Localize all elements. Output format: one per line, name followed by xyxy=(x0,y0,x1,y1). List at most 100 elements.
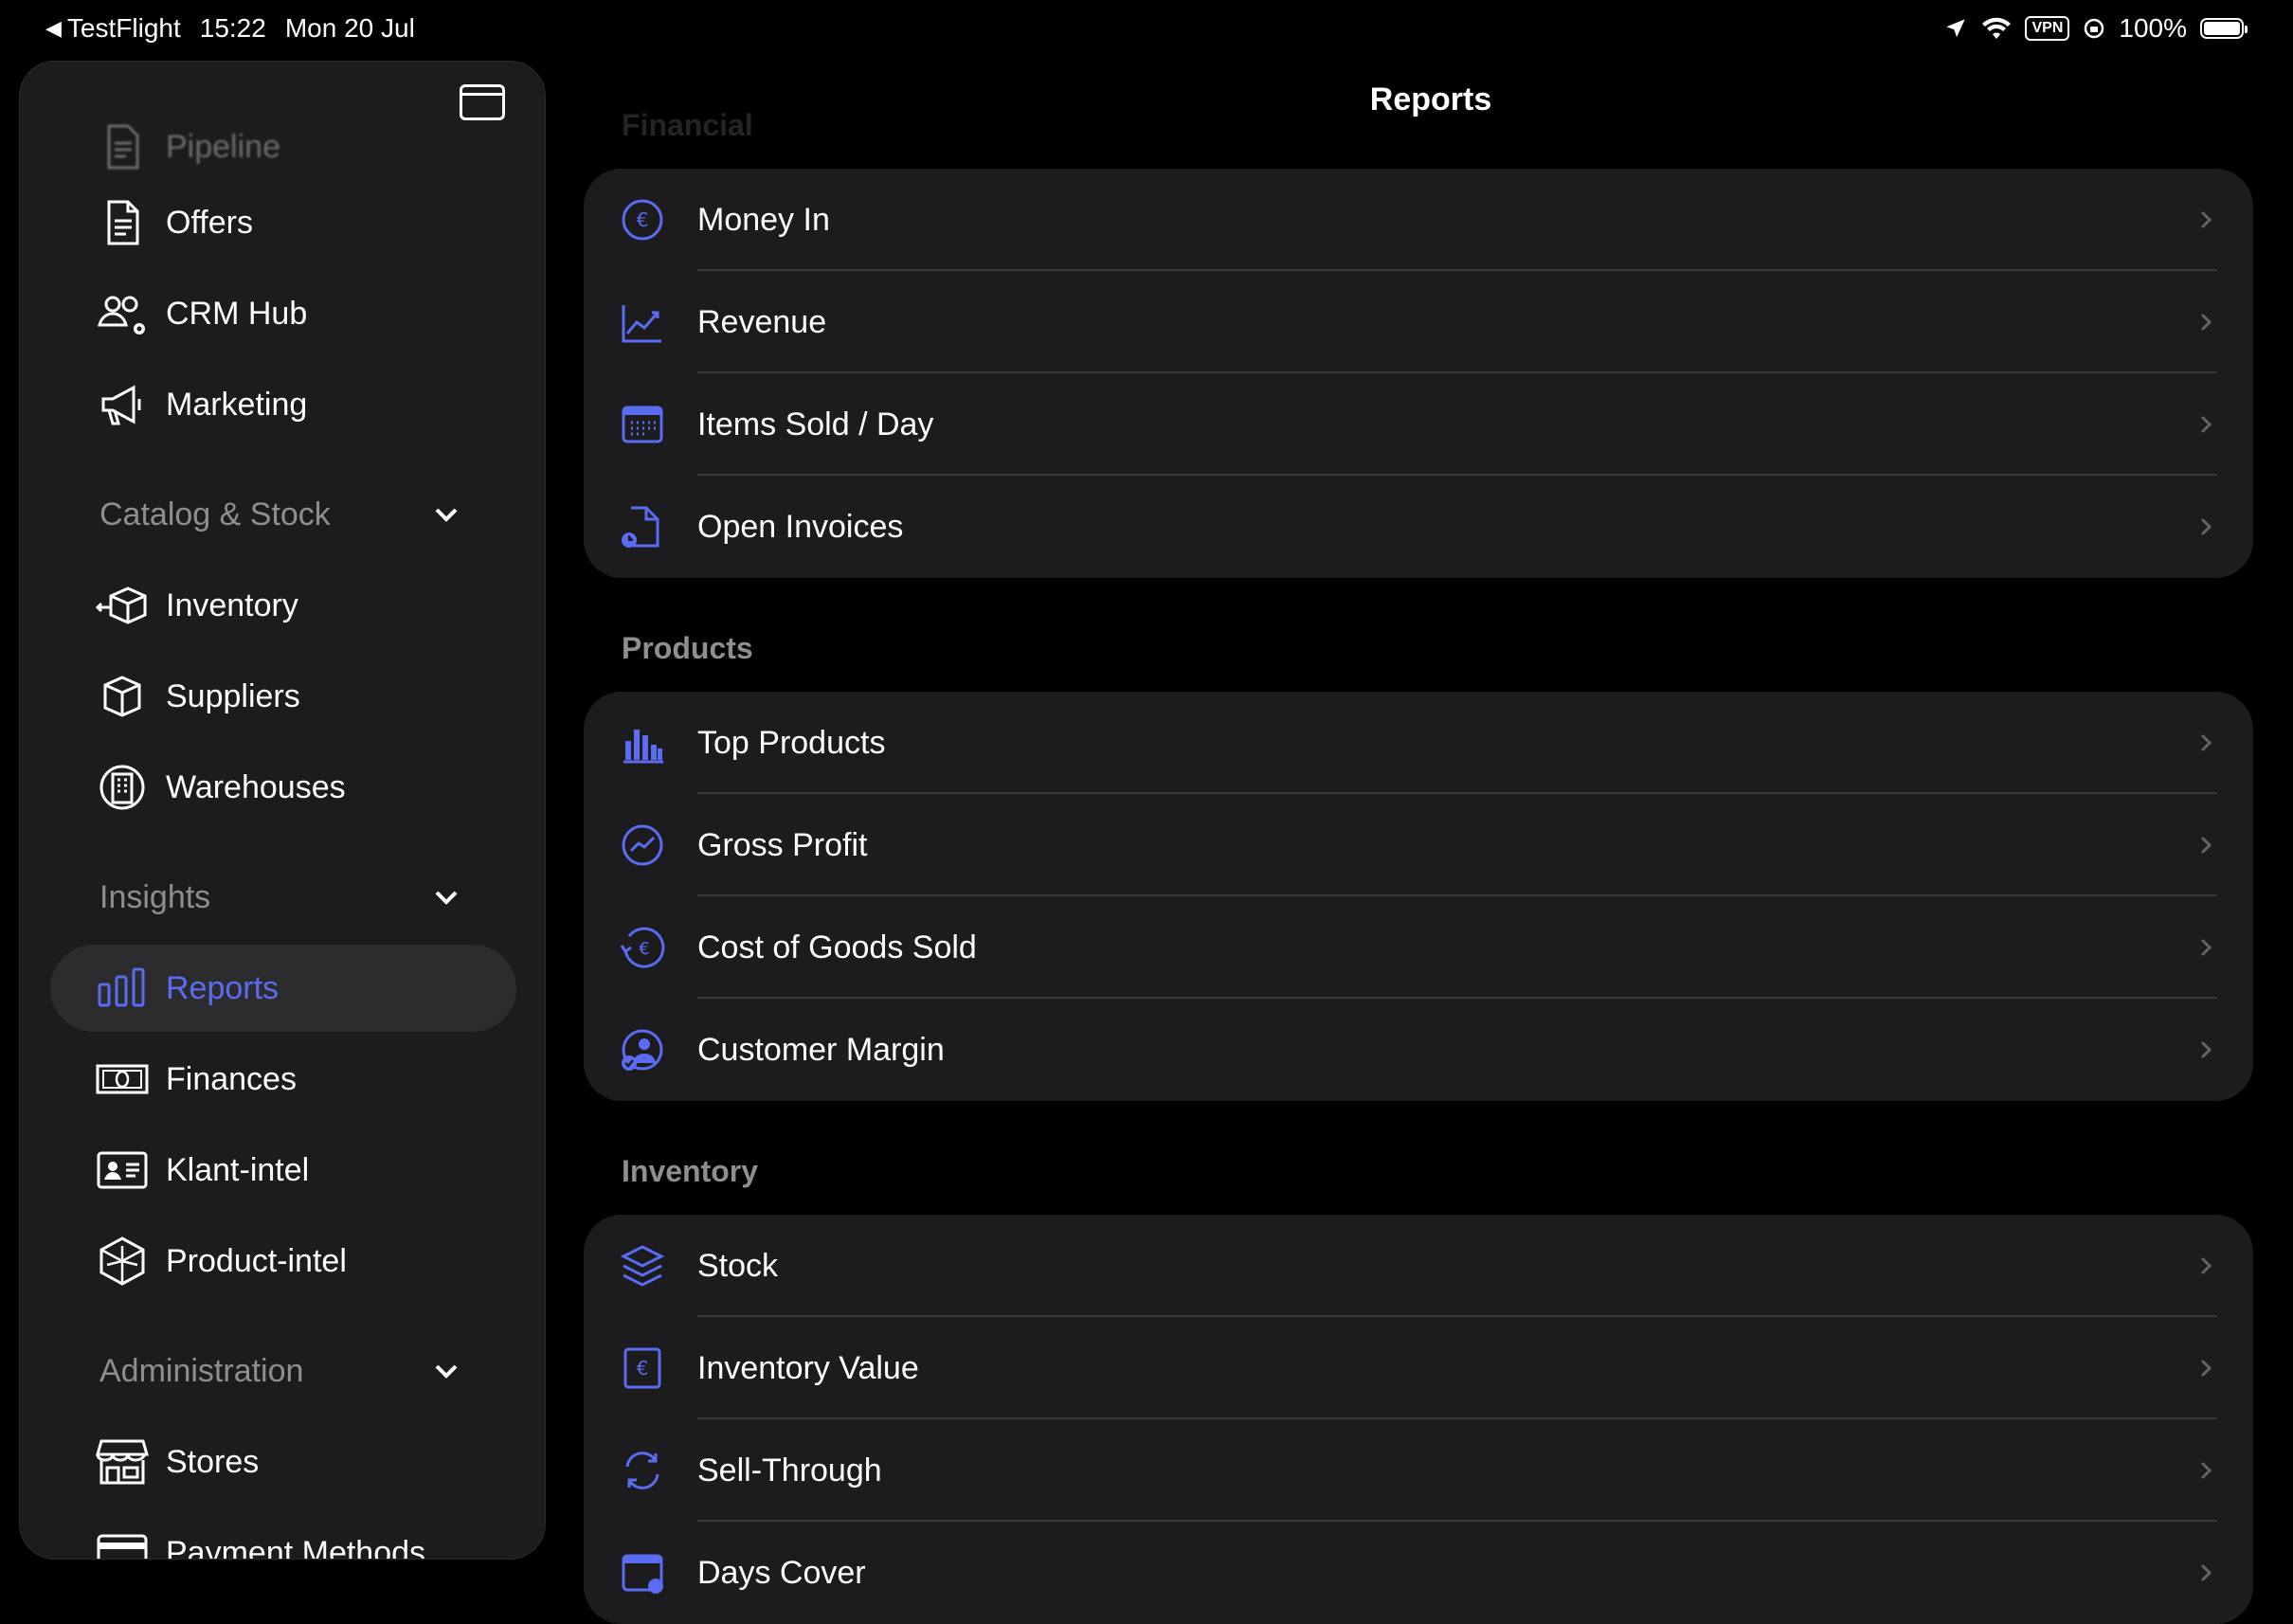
sidebar-item-label: CRM Hub xyxy=(166,295,308,332)
report-row-label: Money In xyxy=(697,201,830,238)
report-row-sell-through[interactable]: Sell-Through xyxy=(584,1419,2253,1522)
sidebar-item-product-intel[interactable]: Product-intel xyxy=(50,1218,516,1305)
section-title: Administration xyxy=(99,1352,304,1389)
report-row-label: Stock xyxy=(697,1247,779,1284)
section-administration[interactable]: Administration xyxy=(99,1343,516,1399)
sidebar-item-finances[interactable]: Finances xyxy=(50,1036,516,1123)
report-row-label: Cost of Goods Sold xyxy=(697,929,977,965)
chevron-right-icon xyxy=(2200,210,2212,229)
layers-icon xyxy=(620,1243,665,1289)
report-row-label: Sell-Through xyxy=(697,1452,882,1489)
section-header-products: Products xyxy=(622,631,753,665)
sidebar: Pipeline Offers CRM Hub Marketing Catalo… xyxy=(19,61,546,1560)
chevron-right-icon xyxy=(2200,1040,2212,1059)
euro-square-icon: € xyxy=(620,1345,665,1391)
report-row-stock[interactable]: Stock xyxy=(584,1215,2253,1317)
sidebar-item-offers[interactable]: Offers xyxy=(50,179,516,266)
sidebar-item-label: Suppliers xyxy=(166,677,300,714)
sidebar-item-label: Pipeline xyxy=(166,128,280,165)
back-arrow-icon[interactable]: ◀ xyxy=(45,16,62,41)
sidebar-item-warehouses[interactable]: Warehouses xyxy=(50,744,516,831)
chart-circle-icon xyxy=(620,822,665,868)
refresh-icon xyxy=(620,1448,665,1493)
status-bar: ◀ TestFlight 15:22 Mon 20 Jul VPN 100% xyxy=(0,0,2293,61)
report-row-label: Open Invoices xyxy=(697,508,904,545)
chevron-right-icon xyxy=(2200,313,2212,332)
calendar-icon xyxy=(620,402,665,447)
chevron-right-icon xyxy=(2200,1461,2212,1480)
chevron-down-icon[interactable] xyxy=(427,878,465,916)
chevron-right-icon xyxy=(2200,1256,2212,1275)
report-row-label: Customer Margin xyxy=(697,1031,945,1068)
report-row-customer-margin[interactable]: Customer Margin xyxy=(584,999,2253,1101)
report-row-label: Revenue xyxy=(697,303,827,340)
sidebar-item-stores[interactable]: Stores xyxy=(50,1418,516,1506)
report-row-gross-profit[interactable]: Gross Profit xyxy=(584,794,2253,896)
report-row-label: Inventory Value xyxy=(697,1349,919,1386)
group-financial: € Money In Revenue Items Sold / Day Open… xyxy=(584,169,2253,578)
report-row-revenue[interactable]: Revenue xyxy=(584,271,2253,373)
svg-text:€: € xyxy=(639,939,649,959)
building-icon xyxy=(90,755,154,820)
calendar-clock-icon xyxy=(620,1550,665,1596)
sidebar-item-marketing[interactable]: Marketing xyxy=(50,361,516,448)
chevron-right-icon xyxy=(2200,1563,2212,1582)
report-row-days-cover[interactable]: Days Cover xyxy=(584,1522,2253,1624)
bar-chart-icon xyxy=(90,956,154,1020)
report-row-top-products[interactable]: Top Products xyxy=(584,692,2253,794)
wifi-icon xyxy=(1982,17,2012,39)
id-card-icon xyxy=(90,1138,154,1202)
chevron-down-icon[interactable] xyxy=(427,496,465,533)
sidebar-item-reports[interactable]: Reports xyxy=(50,945,516,1032)
document-icon xyxy=(90,190,154,255)
sidebar-item-klant-intel[interactable]: Klant-intel xyxy=(50,1127,516,1214)
rotation-lock-icon xyxy=(2085,18,2104,39)
sidebar-item-label: Product-intel xyxy=(166,1242,347,1279)
group-inventory: Stock € Inventory Value Sell-Through Day… xyxy=(584,1215,2253,1624)
report-row-label: Top Products xyxy=(697,724,886,761)
section-title: Catalog & Stock xyxy=(99,496,331,532)
line-chart-icon xyxy=(620,299,665,345)
report-row-inventory-value[interactable]: € Inventory Value xyxy=(584,1317,2253,1419)
people-gear-icon xyxy=(90,281,154,346)
sidebar-item-label: Reports xyxy=(166,969,280,1006)
sidebar-item-suppliers[interactable]: Suppliers xyxy=(50,653,516,740)
sidebar-item-label: Marketing xyxy=(166,386,308,423)
section-catalog-stock[interactable]: Catalog & Stock xyxy=(99,486,516,543)
report-row-cost-of-goods-sold[interactable]: € Cost of Goods Sold xyxy=(584,896,2253,999)
euro-arrow-icon: € xyxy=(620,925,665,970)
chevron-down-icon[interactable] xyxy=(427,1352,465,1390)
box-icon xyxy=(90,664,154,729)
box-arrow-icon xyxy=(90,573,154,638)
bar-chart-icon xyxy=(620,720,665,766)
report-row-open-invoices[interactable]: Open Invoices xyxy=(584,476,2253,578)
report-row-label: Gross Profit xyxy=(697,826,868,863)
sidebar-item-pipeline[interactable]: Pipeline xyxy=(50,103,516,190)
euro-circle-icon: € xyxy=(620,197,665,243)
banknote-icon xyxy=(90,1047,154,1111)
location-icon xyxy=(1946,19,1966,38)
sidebar-item-label: Offers xyxy=(166,204,253,241)
sidebar-item-payment-methods[interactable]: Payment Methods xyxy=(50,1509,516,1560)
section-insights[interactable]: Insights xyxy=(99,869,516,926)
sidebar-item-label: Warehouses xyxy=(166,768,346,805)
storefront-icon xyxy=(90,1430,154,1494)
battery-percent: 100% xyxy=(2119,13,2187,43)
chevron-right-icon xyxy=(2200,1359,2212,1378)
sidebar-item-label: Inventory xyxy=(166,586,298,623)
report-row-items-sold-day[interactable]: Items Sold / Day xyxy=(584,373,2253,476)
group-products: Top Products Gross Profit € Cost of Good… xyxy=(584,692,2253,1101)
back-app-label[interactable]: TestFlight xyxy=(67,13,181,44)
doc-clock-icon xyxy=(620,504,665,550)
sidebar-item-inventory[interactable]: Inventory xyxy=(50,562,516,649)
status-time: 15:22 xyxy=(199,13,266,43)
document-icon xyxy=(90,115,154,179)
page-title: Reports xyxy=(1369,81,1492,117)
sidebar-item-crm-hub[interactable]: CRM Hub xyxy=(50,270,516,357)
chevron-right-icon xyxy=(2200,517,2212,536)
person-check-icon xyxy=(620,1027,665,1073)
sidebar-item-label: Payment Methods xyxy=(166,1534,426,1560)
report-row-money-in[interactable]: € Money In xyxy=(584,169,2253,271)
cube-icon xyxy=(90,1229,154,1293)
report-row-label: Items Sold / Day xyxy=(697,406,934,442)
